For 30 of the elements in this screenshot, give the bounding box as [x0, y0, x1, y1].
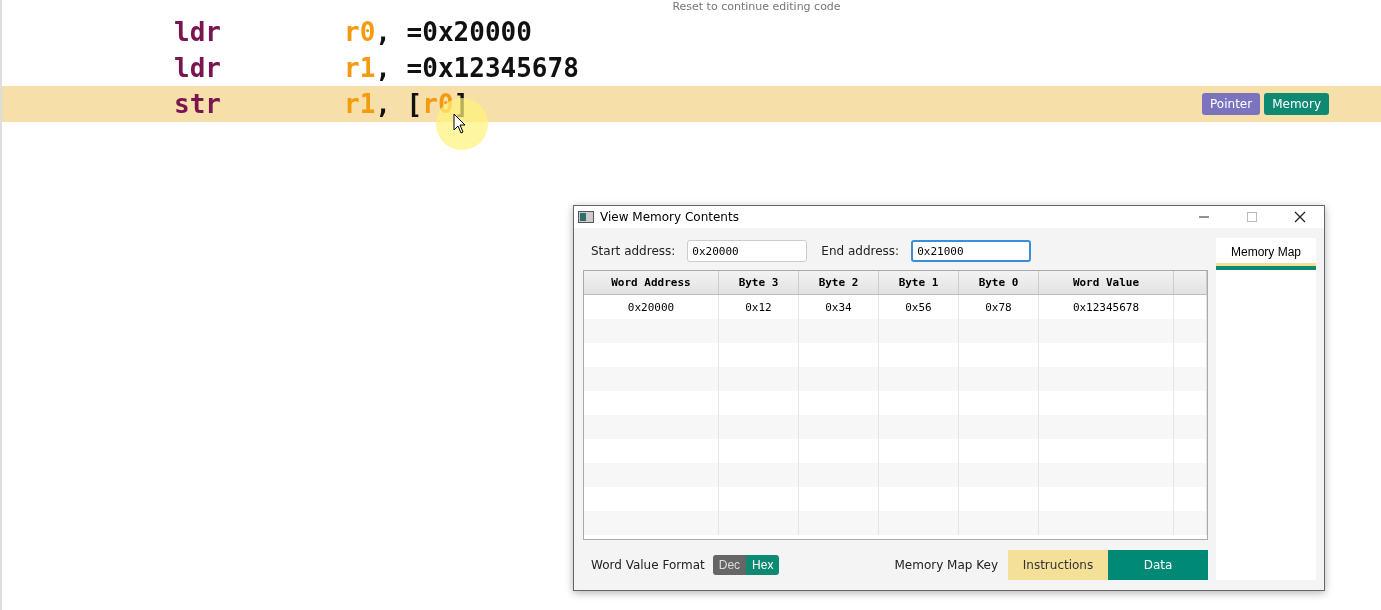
- column-header: Byte 3: [719, 271, 799, 295]
- code-operands: r1, [r0]: [344, 89, 470, 119]
- code-operands: r0, =0x20000: [344, 17, 532, 47]
- code-operands: r1, =0x12345678: [344, 53, 579, 83]
- format-toggle[interactable]: Hex: [746, 555, 780, 575]
- line-tag-button[interactable]: Memory: [1264, 93, 1329, 115]
- column-header: Word Address: [584, 271, 719, 295]
- window-icon: [578, 211, 594, 223]
- key-label: Memory Map Key: [894, 558, 998, 572]
- maximize-icon[interactable]: [1246, 211, 1258, 223]
- window-title: View Memory Contents: [600, 210, 740, 224]
- format-toggle[interactable]: Dec: [712, 555, 747, 575]
- field-label: Start address:: [591, 244, 676, 258]
- code-mnemonic: str: [174, 89, 222, 119]
- column-header: Word Value: [1039, 271, 1174, 295]
- key-swatch: Data: [1108, 550, 1208, 580]
- column-header: Byte 1: [879, 271, 959, 295]
- editor-hint: Reset to continue editing code: [671, 0, 842, 14]
- end-address-field[interactable]: 0x21000: [911, 240, 1032, 262]
- key-swatch: Instructions: [1008, 550, 1108, 580]
- start-address-field[interactable]: 0x20000: [687, 240, 808, 262]
- line-tag-button[interactable]: Pointer: [1202, 93, 1261, 115]
- header-filler: [1174, 271, 1207, 295]
- column-header: Byte 2: [799, 271, 879, 295]
- code-mnemonic: ldr: [174, 17, 222, 47]
- close-icon[interactable]: [1294, 211, 1306, 223]
- field-label: End address:: [821, 244, 900, 258]
- column-header: Byte 0: [959, 271, 1039, 295]
- code-mnemonic: ldr: [174, 53, 222, 83]
- format-label: Word Value Format: [591, 558, 705, 572]
